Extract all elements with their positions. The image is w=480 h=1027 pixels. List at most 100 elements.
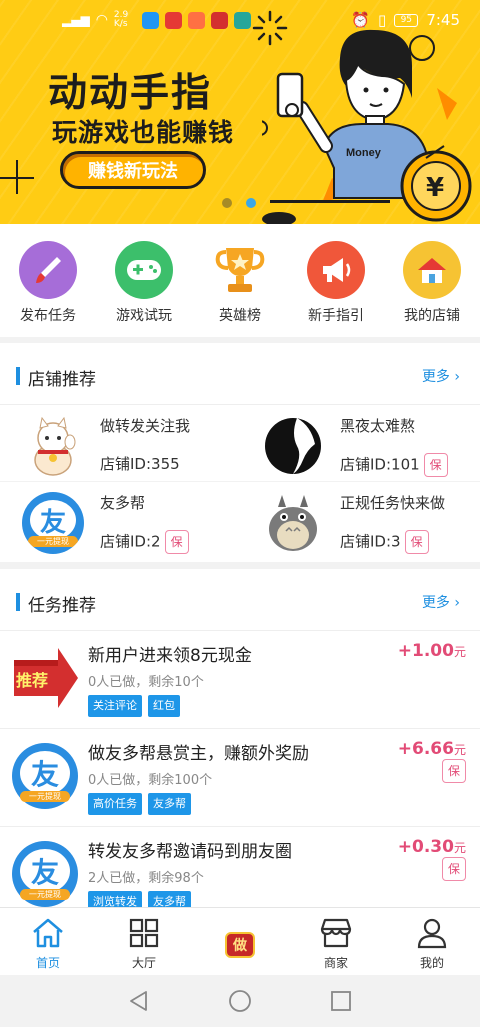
megaphone-icon <box>307 241 365 299</box>
app-notif-icon <box>233 11 251 29</box>
category-leaderboard[interactable]: 英雄榜 <box>192 224 288 337</box>
store-id: 店铺ID:2 保 <box>100 530 189 554</box>
app-notif-icon <box>164 11 182 29</box>
tab-label: 商家 <box>323 956 348 970</box>
clock: 7:45 <box>426 11 460 29</box>
guarantee-badge: 保 <box>423 453 448 477</box>
task-reward: +1.00元 <box>398 641 466 661</box>
tab-merchant[interactable]: 商家 <box>288 908 384 975</box>
guarantee-badge: 保 <box>404 530 429 554</box>
task-more-link[interactable]: 更多 › <box>422 592 460 612</box>
tab-label: 首页 <box>35 956 60 970</box>
reward-unit: 元 <box>453 645 466 659</box>
banner-subtitle: 玩游戏也能赚钱 <box>52 118 235 147</box>
store-name: 黑夜太难熬 <box>340 417 416 435</box>
category-newbie-guide[interactable]: 新手指引 <box>288 224 384 337</box>
reward-amount: +0.30 <box>397 837 454 857</box>
chevron-right-icon: › <box>454 369 460 385</box>
task-tags: 关注评论 红包 <box>88 695 180 717</box>
category-publish-task[interactable]: 发布任务 <box>0 224 96 337</box>
store-id: 店铺ID:3 保 <box>340 530 429 554</box>
task-tag: 高价任务 <box>88 793 142 815</box>
store-name: 做转发关注我 <box>100 417 191 435</box>
store-name: 正规任务快来做 <box>340 494 446 512</box>
alarm-icon: ⏰ <box>351 11 371 29</box>
home-circle-icon[interactable] <box>228 989 252 1013</box>
battery-icon: 95 <box>394 13 419 27</box>
category-my-store[interactable]: 我的店铺 <box>384 224 480 337</box>
carousel-dot[interactable] <box>222 198 232 208</box>
task-tags: 浏览转发 友多帮 <box>88 891 191 907</box>
store-id: 店铺ID:101 保 <box>340 453 448 477</box>
app-notif-icon <box>210 11 228 29</box>
store-id-text: 店铺ID:355 <box>100 455 180 473</box>
banner-cta-button[interactable]: 赚钱新玩法 <box>60 151 206 189</box>
recents-icon[interactable] <box>330 990 352 1012</box>
reward-amount: +6.66 <box>397 739 454 759</box>
lucky-cat-avatar <box>22 415 84 477</box>
store-card[interactable]: 做转发关注我 店铺ID:355 <box>0 405 240 481</box>
back-icon[interactable] <box>128 990 150 1012</box>
banner-line-decoration <box>270 200 390 203</box>
reward-unit: 元 <box>453 841 466 855</box>
tab-label: 大厅 <box>131 956 156 970</box>
more-label: 更多 <box>421 595 450 611</box>
task-title: 做友多帮悬赏主，赚额外奖励 <box>88 744 309 764</box>
tab-home[interactable]: 首页 <box>0 908 96 975</box>
shop-icon <box>319 916 353 950</box>
youduobang-thumb: 友 一元提现 <box>8 739 82 813</box>
category-label: 我的店铺 <box>404 308 460 324</box>
task-progress: 0人已做，剩余10个 <box>88 675 204 690</box>
task-item[interactable]: 友 一元提现 做友多帮悬赏主，赚额外奖励 0人已做，剩余100个 高价任务 友多… <box>0 729 480 827</box>
thumb-logo-text: 友 <box>30 758 59 791</box>
wifi-icon: ◠ <box>95 12 108 28</box>
carousel-dots[interactable] <box>222 198 256 208</box>
tab-hall[interactable]: 大厅 <box>96 908 192 975</box>
store-recommend-section: 店铺推荐 更多 › 做转发关注我 店铺ID:355 黑夜太难熬 店铺ID:101… <box>0 343 480 562</box>
bottom-tab-bar: 首页 大厅 做 商家 我的 <box>0 907 480 975</box>
task-item[interactable]: 推荐 新用户进来领8元现金 0人已做，剩余10个 关注评论 红包 +1.00元 <box>0 631 480 729</box>
carousel-dot-active[interactable] <box>246 198 256 208</box>
thumb-logo-sub: 一元提现 <box>20 889 70 900</box>
crosshair-decoration <box>0 160 36 196</box>
badge-icon: 做 <box>223 928 257 962</box>
money-person-illustration: Money ¥ <box>262 29 472 222</box>
store-more-link[interactable]: 更多 › <box>422 366 460 386</box>
store-card[interactable]: 黑夜太难熬 店铺ID:101 保 <box>240 405 480 481</box>
promo-banner[interactable]: ▂▄▆ ◠ 2.9 K/s ⏰ ▯ 95 7:45 动动手指 玩游戏也能赚钱 赚… <box>0 0 480 224</box>
tab-mine[interactable]: 我的 <box>384 908 480 975</box>
category-row: 发布任务 游戏试玩 英雄榜 新手指引 我的店铺 <box>0 224 480 337</box>
more-label: 更多 <box>421 369 450 385</box>
totoro-avatar <box>262 492 324 554</box>
task-item[interactable]: 友 一元提现 转发友多帮邀请码到朋友圈 2人已做，剩余98个 浏览转发 友多帮 … <box>0 827 480 907</box>
app-screen: ▂▄▆ ◠ 2.9 K/s ⏰ ▯ 95 7:45 动动手指 玩游戏也能赚钱 赚… <box>0 0 480 1027</box>
tab-label: 我的 <box>419 956 444 970</box>
badge-icon-text: 做 <box>233 938 247 954</box>
tab-center-badge[interactable]: 做 <box>192 908 288 975</box>
section-accent-bar <box>16 367 20 385</box>
category-label: 新手指引 <box>308 308 364 324</box>
task-progress: 2人已做，剩余98个 <box>88 871 204 886</box>
shirt-text: Money <box>346 147 382 159</box>
recommend-thumb: 推荐 <box>8 641 82 715</box>
banner-title: 动动手指 <box>48 71 213 116</box>
section-title: 任务推荐 <box>28 596 96 616</box>
task-tags: 高价任务 友多帮 <box>88 793 191 815</box>
category-game-trial[interactable]: 游戏试玩 <box>96 224 192 337</box>
store-id: 店铺ID:355 <box>100 453 180 474</box>
store-card[interactable]: 友 一元提现 友多帮 店铺ID:2 保 <box>0 481 240 557</box>
guarantee-badge: 保 <box>164 530 189 554</box>
task-progress: 0人已做，剩余100个 <box>88 773 213 788</box>
gamepad-icon <box>115 241 173 299</box>
guarantee-badge: 保 <box>442 759 466 783</box>
thumb-logo-text: 友 <box>30 856 59 889</box>
house-icon <box>403 241 461 299</box>
reward-unit: 元 <box>453 743 466 757</box>
category-label: 游戏试玩 <box>116 308 172 324</box>
vibrate-icon: ▯ <box>378 11 387 29</box>
store-id-text: 店铺ID:101 <box>340 455 420 474</box>
task-tag: 友多帮 <box>148 793 191 815</box>
section-header: 店铺推荐 更多 › <box>0 343 480 405</box>
store-card[interactable]: 正规任务快来做 店铺ID:3 保 <box>240 481 480 557</box>
youduobang-logo-sub: 一元提现 <box>28 536 78 547</box>
